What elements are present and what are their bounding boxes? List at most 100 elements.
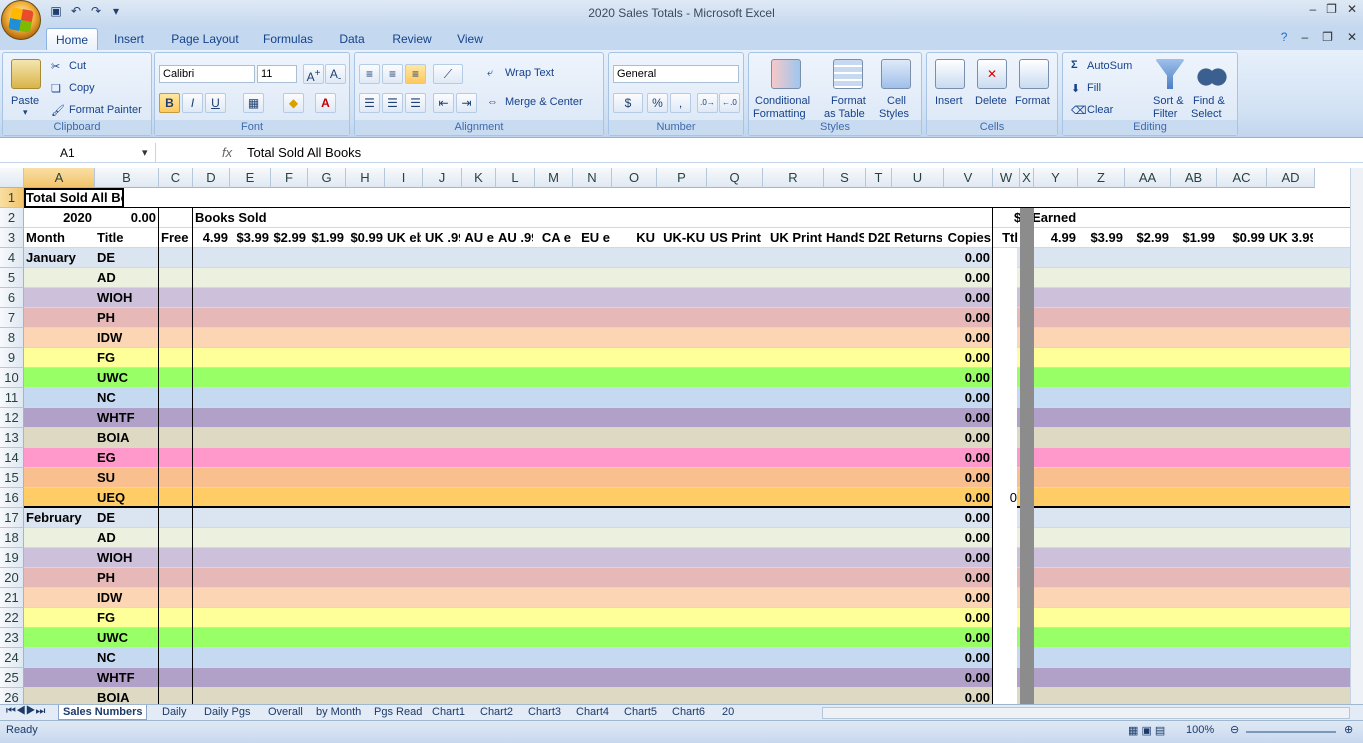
tab-home[interactable]: Home bbox=[46, 28, 98, 50]
font-color-icon[interactable]: A bbox=[315, 93, 336, 113]
cell-ttl[interactable] bbox=[993, 288, 1017, 308]
column-header-j[interactable]: J bbox=[423, 168, 462, 188]
column-header-i[interactable]: I bbox=[385, 168, 423, 188]
close-icon[interactable]: ✕ bbox=[1347, 2, 1357, 16]
zoom-out-icon[interactable]: ⊖ bbox=[1230, 723, 1239, 736]
column-header-a[interactable]: A bbox=[24, 168, 95, 188]
align-center-icon[interactable]: ☰ bbox=[382, 93, 403, 113]
sheet-tab-chart5[interactable]: Chart5 bbox=[620, 705, 661, 720]
cell-ttl[interactable] bbox=[993, 668, 1017, 688]
cell-ad3[interactable]: UK 3.99 bbox=[1269, 228, 1313, 248]
row-header-18[interactable]: 18 bbox=[0, 528, 24, 548]
cell-copies[interactable]: 0.00 bbox=[944, 468, 990, 488]
row-header-23[interactable]: 23 bbox=[0, 628, 24, 648]
insert-cells-button[interactable]: Insert bbox=[935, 95, 963, 107]
sort-filter-label1[interactable]: Sort & bbox=[1153, 95, 1184, 107]
cell-title[interactable]: SU bbox=[97, 468, 157, 488]
cell-month[interactable] bbox=[26, 628, 93, 648]
delete-cells-icon[interactable]: ✕ bbox=[977, 59, 1007, 89]
tab-formulas[interactable]: Formulas bbox=[258, 28, 318, 50]
column-header-c[interactable]: C bbox=[159, 168, 193, 188]
cell-ttl[interactable] bbox=[993, 628, 1017, 648]
cell-ttl[interactable] bbox=[993, 368, 1017, 388]
column-header-e[interactable]: E bbox=[230, 168, 271, 188]
align-left-icon[interactable]: ☰ bbox=[359, 93, 380, 113]
grow-font-icon[interactable]: A+ bbox=[303, 64, 324, 84]
clear-button[interactable]: Clear bbox=[1087, 104, 1113, 116]
tab-page-layout[interactable]: Page Layout bbox=[168, 28, 242, 50]
cell-a3[interactable]: Month bbox=[26, 228, 93, 248]
tab-data[interactable]: Data bbox=[332, 28, 372, 50]
cell-ttl[interactable] bbox=[993, 568, 1017, 588]
fill-button[interactable]: Fill bbox=[1087, 82, 1101, 94]
orientation-icon[interactable]: ⟋ bbox=[433, 64, 463, 84]
column-header-b[interactable]: B bbox=[95, 168, 159, 188]
row-header-21[interactable]: 21 bbox=[0, 588, 24, 608]
cell-month[interactable] bbox=[26, 448, 93, 468]
row-header-4[interactable]: 4 bbox=[0, 248, 24, 268]
row-header-13[interactable]: 13 bbox=[0, 428, 24, 448]
wrap-text-button[interactable]: Wrap Text bbox=[505, 67, 554, 79]
view-normal-icon[interactable]: ▦ ▣ ▤ bbox=[1128, 724, 1165, 737]
cell-month[interactable] bbox=[26, 488, 93, 508]
format-cells-button[interactable]: Format bbox=[1015, 95, 1050, 107]
sheet-tab-chart1[interactable]: Chart1 bbox=[428, 705, 469, 720]
column-header-w[interactable]: W bbox=[993, 168, 1020, 188]
tab-view[interactable]: View bbox=[450, 28, 490, 50]
cell-month[interactable] bbox=[26, 348, 93, 368]
cell-l3[interactable]: AU .99 bbox=[498, 228, 533, 248]
wrap-text-icon[interactable]: ⤶ bbox=[487, 67, 493, 80]
cell-copies[interactable]: 0.00 bbox=[944, 388, 990, 408]
cell-styles-label1[interactable]: Cell bbox=[887, 95, 906, 107]
workbook-restore-icon[interactable]: ❐ bbox=[1322, 30, 1333, 44]
column-header-g[interactable]: G bbox=[308, 168, 346, 188]
insert-cells-icon[interactable] bbox=[935, 59, 965, 89]
find-select-label1[interactable]: Find & bbox=[1193, 95, 1225, 107]
cell-title[interactable]: NC bbox=[97, 648, 157, 668]
cell-title[interactable]: WIOH bbox=[97, 548, 157, 568]
format-as-table-label2[interactable]: as Table bbox=[824, 108, 865, 120]
bold-button[interactable]: B bbox=[159, 93, 180, 113]
comma-button[interactable]: , bbox=[670, 93, 691, 113]
office-button[interactable] bbox=[1, 0, 41, 40]
cut-icon[interactable]: ✂ bbox=[51, 60, 60, 73]
column-header-d[interactable]: D bbox=[193, 168, 230, 188]
sort-filter-label2[interactable]: Filter bbox=[1153, 108, 1177, 120]
cell-ttl[interactable] bbox=[993, 588, 1017, 608]
sheet-tab-20[interactable]: 20 bbox=[718, 705, 738, 720]
column-header-m[interactable]: M bbox=[535, 168, 573, 188]
cell-ttl[interactable] bbox=[993, 468, 1017, 488]
row-header-25[interactable]: 25 bbox=[0, 668, 24, 688]
cell-title[interactable]: WIOH bbox=[97, 288, 157, 308]
currency-button[interactable]: $ bbox=[613, 93, 643, 113]
decrease-decimal-icon[interactable]: ←.0 bbox=[719, 93, 740, 113]
top-align-icon[interactable]: ≡ bbox=[359, 64, 380, 84]
sheet-tab-chart6[interactable]: Chart6 bbox=[668, 705, 709, 720]
workbook-minimize-icon[interactable]: – bbox=[1301, 30, 1308, 44]
function-icon[interactable]: fx bbox=[222, 145, 232, 160]
cell-title[interactable]: FG bbox=[97, 608, 157, 628]
row-header-19[interactable]: 19 bbox=[0, 548, 24, 568]
cell-title[interactable]: AD bbox=[97, 268, 157, 288]
cell-ttl[interactable] bbox=[993, 268, 1017, 288]
copy-icon[interactable]: ❏ bbox=[51, 82, 61, 95]
cell-month[interactable] bbox=[26, 388, 93, 408]
cell-aa3[interactable]: $2.99 bbox=[1127, 228, 1169, 248]
cell-m3[interactable]: CA e bbox=[537, 228, 571, 248]
workbook-close-icon[interactable]: ✕ bbox=[1347, 30, 1357, 44]
cell-title[interactable]: PH bbox=[97, 568, 157, 588]
cell-copies[interactable]: 0.00 bbox=[944, 668, 990, 688]
cell-month[interactable] bbox=[26, 308, 93, 328]
cell-title[interactable]: IDW bbox=[97, 588, 157, 608]
cell-g3[interactable]: $1.99 bbox=[310, 228, 344, 248]
cell-month[interactable] bbox=[26, 608, 93, 628]
cell-month[interactable]: January bbox=[26, 248, 93, 268]
cell-s3[interactable]: HandSo bbox=[826, 228, 864, 248]
cell-y3[interactable]: 4.99 bbox=[1036, 228, 1076, 248]
minimize-icon[interactable]: – bbox=[1309, 2, 1316, 16]
number-format-box[interactable]: General bbox=[613, 65, 739, 83]
merge-center-icon[interactable]: ⇔ bbox=[487, 96, 498, 108]
cell-copies[interactable]: 0.00 bbox=[944, 288, 990, 308]
column-header-s[interactable]: S bbox=[824, 168, 866, 188]
tab-insert[interactable]: Insert bbox=[108, 28, 150, 50]
